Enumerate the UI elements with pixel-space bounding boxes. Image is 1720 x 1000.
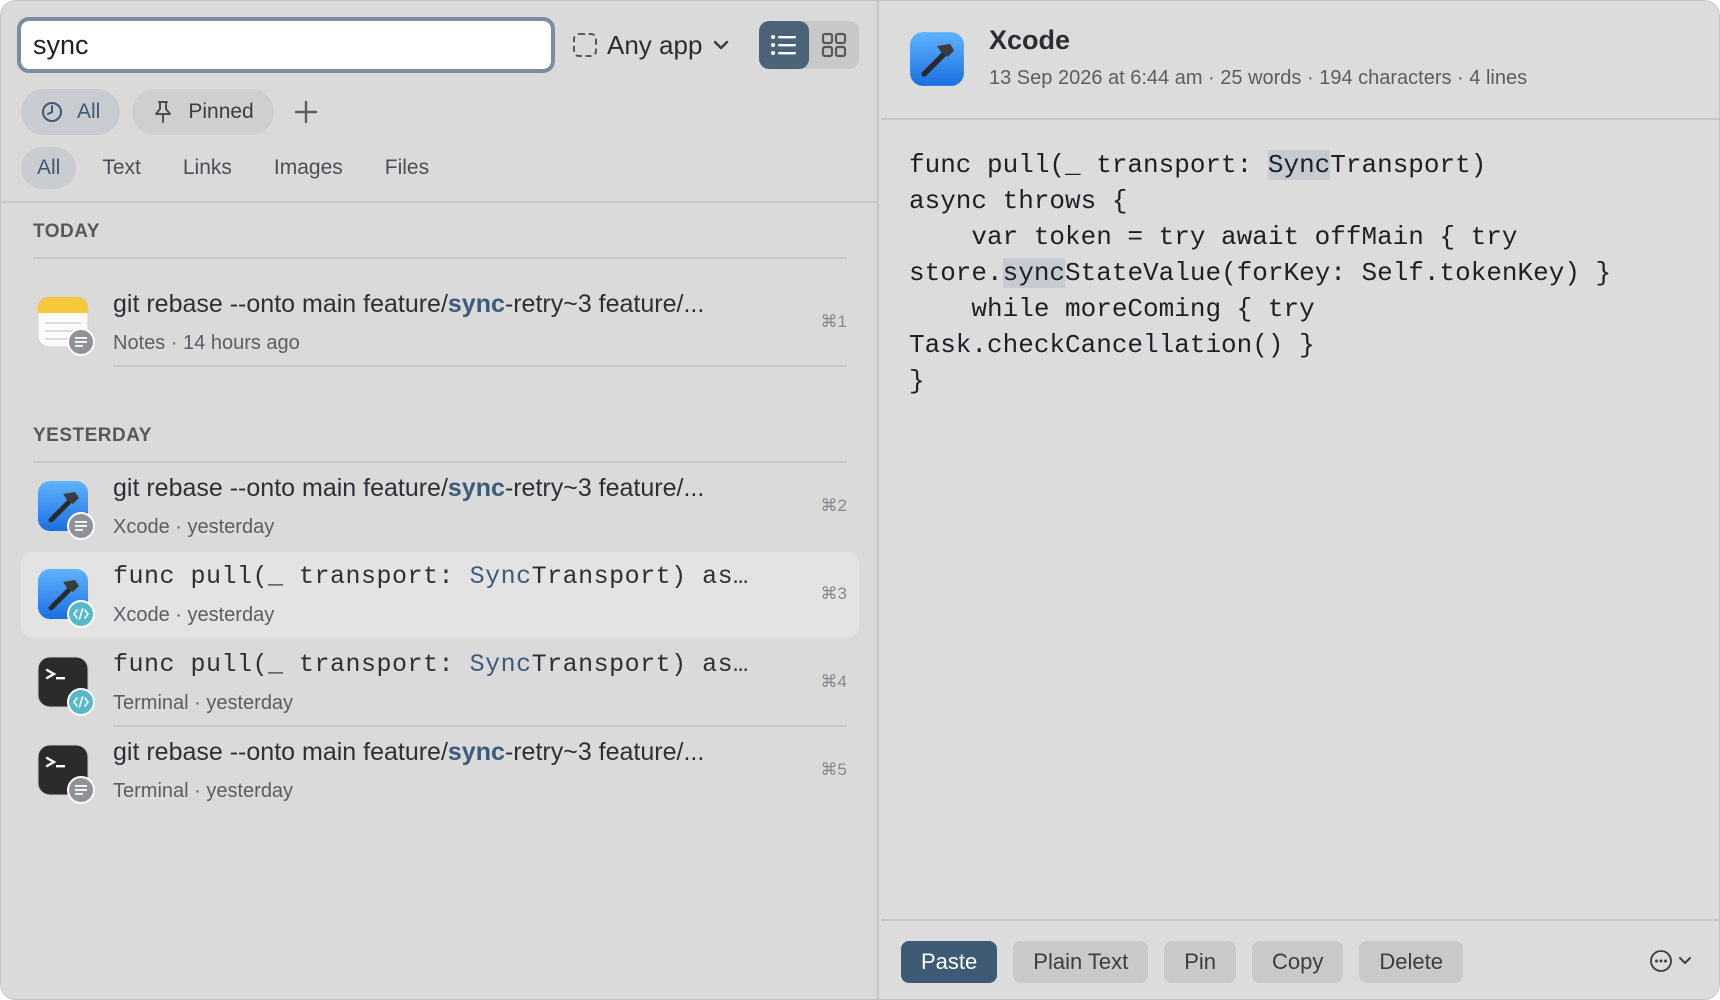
clip-row[interactable]: func pull(_ transport: SyncTransport) as… (21, 640, 859, 726)
clip-shortcut: ⌘4 (820, 672, 847, 691)
action-bar: Paste Plain Text Pin Copy Delete (901, 941, 1463, 983)
footer-divider (881, 919, 1719, 921)
paste-button[interactable]: Paste (901, 941, 998, 983)
dashed-square-icon (573, 33, 597, 57)
clip-title: git rebase --onto main feature/sync-retr… (113, 290, 705, 318)
clip-meta: Terminal · yesterday (113, 692, 294, 714)
section-divider (33, 461, 847, 463)
search-box[interactable] (17, 17, 555, 73)
clip-title: git rebase --onto main feature/sync-retr… (113, 474, 705, 502)
section-today: TODAY (33, 221, 100, 242)
clip-shortcut: ⌘2 (820, 496, 847, 515)
section-divider (33, 257, 847, 259)
section-yesterday: YESTERDAY (33, 425, 152, 446)
scope-row: All Pinned (21, 89, 326, 135)
add-scope-button[interactable] (286, 89, 326, 135)
code-type-badge (67, 688, 95, 716)
xcode-app-icon (910, 32, 964, 86)
tab-files[interactable]: Files (369, 147, 445, 189)
tab-links[interactable]: Links (167, 147, 248, 189)
text-type-badge (67, 512, 95, 540)
tab-text[interactable]: Text (86, 147, 157, 189)
plus-icon (294, 100, 317, 124)
text-type-badge (67, 776, 95, 804)
match-highlight: sync (447, 738, 505, 766)
row-separator (113, 725, 847, 727)
code-line: } (909, 366, 925, 396)
text-lines-icon (75, 785, 87, 795)
clip-row-selected[interactable]: func pull(_ transport: SyncTransport) as… (21, 552, 859, 638)
list-icon (771, 35, 796, 55)
detail-header-divider (881, 118, 1719, 120)
clip-title: func pull(_ transport: SyncTransport) as… (113, 650, 749, 679)
clip-title: func pull(_ transport: SyncTransport) as… (113, 562, 749, 591)
toolbar-divider (1, 201, 879, 203)
detail-meta: 13 Sep 2026 at 6:44 am · 25 words · 194 … (989, 67, 1528, 89)
row-separator (113, 365, 847, 367)
code-preview: func pull(_ transport: SyncTransport) asy… (909, 147, 1699, 399)
view-mode-toggle (759, 21, 859, 69)
clip-shortcut: ⌘1 (820, 312, 847, 331)
code-line: var token = try await offMain { try (909, 222, 1518, 252)
clip-meta: Terminal · yesterday (113, 780, 294, 802)
clipboard-window: Any app (0, 0, 1720, 1000)
type-filter-tabs: All Text Links Images Files (21, 147, 445, 189)
grid-icon (821, 32, 847, 58)
clip-row[interactable]: git rebase --onto main feature/sync-retr… (21, 280, 859, 366)
list-view-button[interactable] (759, 21, 809, 69)
match-highlight: sync (447, 290, 505, 318)
code-line: store.syncStateValue(forKey: Self.tokenK… (909, 258, 1612, 288)
code-line: async throws { (909, 186, 1128, 216)
code-line: while moreComing { try (909, 294, 1315, 324)
pin-icon (155, 101, 172, 123)
plain-text-button[interactable]: Plain Text (1013, 941, 1149, 983)
clip-row[interactable]: git rebase --onto main feature/sync-retr… (21, 728, 859, 814)
match-highlight: sync (1002, 258, 1066, 288)
scope-pinned-label: Pinned (188, 100, 254, 123)
code-brackets-icon (73, 608, 89, 620)
tab-images[interactable]: Images (258, 147, 359, 189)
text-lines-icon (75, 337, 87, 347)
detail-pane: Xcode 13 Sep 2026 at 6:44 am · 25 words … (881, 1, 1719, 999)
tab-all[interactable]: All (21, 147, 77, 189)
clip-shortcut: ⌘3 (820, 584, 847, 603)
pin-button[interactable]: Pin (1164, 941, 1237, 983)
clip-list-pane: Any app (1, 1, 879, 999)
match-highlight: sync (447, 474, 505, 502)
code-line: Task.checkCancellation() } (909, 330, 1315, 360)
scope-all-label: All (77, 100, 101, 123)
chevron-down-icon (714, 40, 729, 50)
scope-all-chip[interactable]: All (21, 89, 121, 135)
match-highlight: Sync (1267, 150, 1331, 180)
scope-pinned-chip[interactable]: Pinned (132, 89, 274, 135)
clip-title: git rebase --onto main feature/sync-retr… (113, 738, 705, 766)
app-filter-dropdown[interactable]: Any app (573, 27, 730, 63)
search-input[interactable] (33, 29, 551, 61)
clip-shortcut: ⌘5 (820, 760, 847, 779)
clip-meta: Notes · 14 hours ago (113, 332, 300, 354)
clip-meta: Xcode · yesterday (113, 516, 275, 538)
ellipsis-circle-icon (1650, 950, 1672, 972)
code-brackets-icon (73, 696, 89, 708)
code-type-badge (67, 600, 95, 628)
detail-app-name: Xcode (989, 25, 1071, 55)
text-type-badge (67, 328, 95, 356)
clip-meta: Xcode · yesterday (113, 604, 275, 626)
code-line: func pull(_ transport: SyncTransport) (909, 150, 1487, 180)
more-actions-button[interactable] (1649, 949, 1693, 973)
clip-row[interactable]: git rebase --onto main feature/sync-retr… (21, 464, 859, 550)
grid-view-button[interactable] (809, 21, 859, 69)
app-filter-label: Any app (607, 29, 703, 60)
delete-button[interactable]: Delete (1359, 941, 1463, 983)
match-highlight: Sync (469, 562, 532, 591)
copy-button[interactable]: Copy (1252, 941, 1344, 983)
chevron-down-icon (1679, 957, 1691, 964)
match-highlight: Sync (469, 650, 532, 679)
text-lines-icon (75, 521, 87, 531)
clock-icon (42, 102, 62, 122)
